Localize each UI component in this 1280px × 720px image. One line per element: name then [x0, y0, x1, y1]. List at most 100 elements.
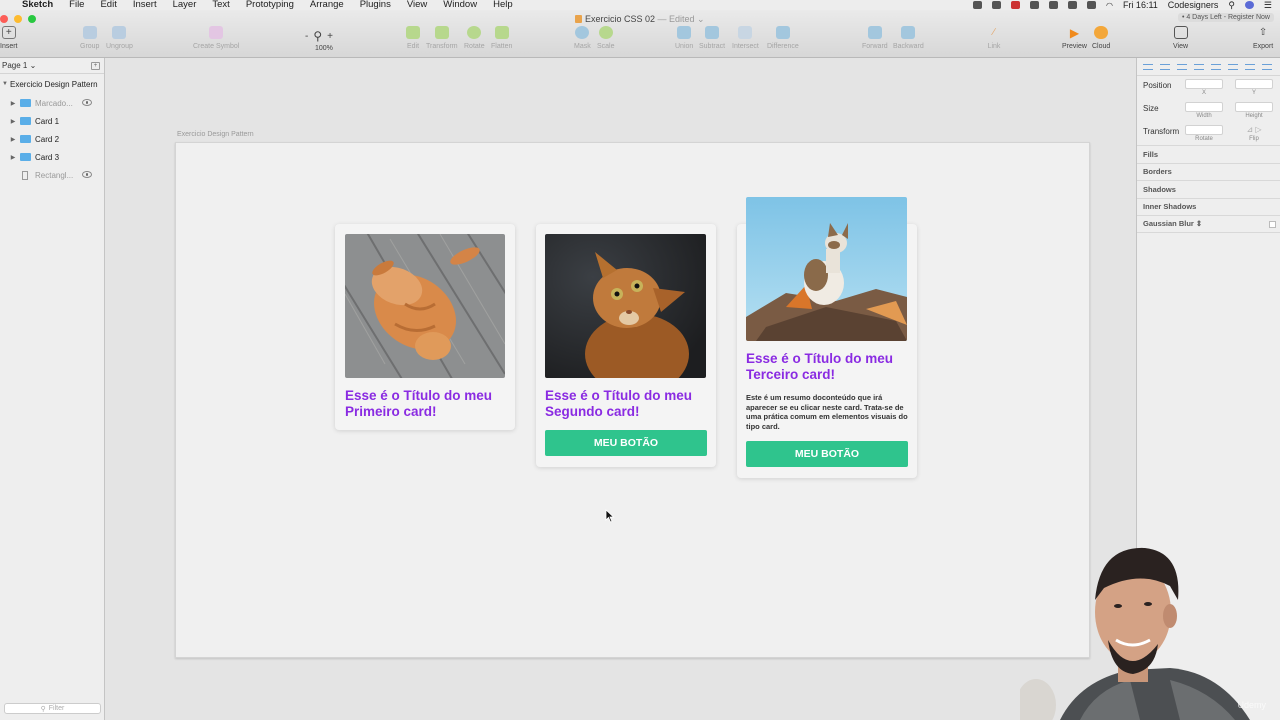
- group-button[interactable]: Group: [80, 26, 99, 50]
- cloud-button[interactable]: Cloud: [1092, 26, 1110, 50]
- edited-status[interactable]: — Edited ⌄: [658, 14, 705, 24]
- menu-app-name[interactable]: Sketch: [22, 0, 53, 10]
- record-icon[interactable]: [1010, 1, 1020, 9]
- eye-icon[interactable]: [82, 99, 92, 106]
- layer-marcador[interactable]: ▶ Marcado...: [0, 94, 104, 112]
- udemy-watermark: Udemy: [1237, 700, 1266, 710]
- fills-section[interactable]: Fills: [1137, 145, 1280, 163]
- zoom-level[interactable]: 100%: [315, 45, 333, 52]
- disclosure-right-icon[interactable]: ▶: [8, 100, 18, 107]
- view-button[interactable]: View: [1173, 26, 1188, 50]
- layer-rectangle[interactable]: Rectangl...: [0, 166, 104, 184]
- rotate-button[interactable]: Rotate: [464, 26, 485, 50]
- mask-button[interactable]: Mask: [574, 26, 591, 50]
- siri-icon[interactable]: [1244, 1, 1254, 9]
- backward-button[interactable]: Backward: [893, 26, 924, 50]
- layer-card-1[interactable]: ▶ Card 1: [0, 112, 104, 130]
- cloud-label: Cloud: [1092, 43, 1111, 50]
- width-field[interactable]: [1185, 102, 1223, 112]
- shadows-section[interactable]: Shadows: [1137, 180, 1280, 198]
- rotate-field[interactable]: [1185, 125, 1223, 135]
- menu-insert[interactable]: Insert: [133, 0, 157, 10]
- clock[interactable]: Fri 16:11: [1123, 0, 1158, 10]
- tray-icon[interactable]: [1086, 1, 1096, 9]
- layer-card-2[interactable]: ▶ Card 2: [0, 130, 104, 148]
- create-symbol-button[interactable]: Create Symbol: [193, 26, 239, 50]
- dropbox-icon[interactable]: [972, 1, 982, 9]
- scale-button[interactable]: Scale: [597, 26, 615, 50]
- tray-icon[interactable]: [1048, 1, 1058, 9]
- difference-button[interactable]: Difference: [767, 26, 799, 50]
- borders-section[interactable]: Borders: [1137, 162, 1280, 181]
- artboard-label[interactable]: Exercicio Design Pattern: [177, 131, 254, 138]
- folder-icon: [20, 135, 31, 143]
- align-top-icon[interactable]: [1194, 63, 1204, 70]
- disclosure-down-icon[interactable]: ▼: [0, 81, 10, 87]
- page-selector[interactable]: Page 1 ⌄ +: [0, 58, 104, 74]
- search-icon[interactable]: ⚲: [1228, 0, 1235, 10]
- zoom-in-button[interactable]: +: [327, 31, 333, 42]
- menu-layer[interactable]: Layer: [173, 0, 197, 10]
- window-title: Exercicio CSS 02 — Edited ⌄: [0, 14, 1280, 25]
- export-button[interactable]: ⇧ Export: [1253, 26, 1273, 50]
- disclosure-right-icon[interactable]: ▶: [8, 118, 18, 125]
- add-page-icon[interactable]: +: [91, 62, 100, 70]
- preview-button[interactable]: ▶ Preview: [1062, 26, 1087, 51]
- transform-button[interactable]: Transform: [426, 26, 458, 50]
- subtract-button[interactable]: Subtract: [699, 26, 725, 50]
- filter-input[interactable]: ⚲ Filter: [4, 703, 101, 714]
- menu-help[interactable]: Help: [493, 0, 513, 10]
- menu-window[interactable]: Window: [443, 0, 477, 10]
- magnifier-icon[interactable]: ⚲: [313, 29, 322, 43]
- page-name[interactable]: Page 1 ⌄: [2, 61, 36, 70]
- layer-artboard[interactable]: ▼ Exercicio Design Pattern: [0, 74, 104, 94]
- flatten-button[interactable]: Flatten: [491, 26, 512, 50]
- position-x-field[interactable]: [1185, 79, 1223, 89]
- menu-edit[interactable]: Edit: [100, 0, 116, 10]
- wifi-icon[interactable]: ◠: [1106, 1, 1113, 10]
- align-middle-icon[interactable]: [1211, 63, 1221, 70]
- position-y-field[interactable]: [1235, 79, 1273, 89]
- forward-button[interactable]: Forward: [862, 26, 888, 50]
- menu-view[interactable]: View: [407, 0, 427, 10]
- disclosure-right-icon[interactable]: ▶: [8, 136, 18, 143]
- gaussian-blur-label[interactable]: Gaussian Blur ⇕: [1143, 219, 1202, 228]
- card-1[interactable]: Esse é o Título do meu Primeiro card!: [335, 224, 515, 430]
- user-name[interactable]: Codesigners: [1168, 0, 1219, 10]
- menu-prototyping[interactable]: Prototyping: [246, 0, 294, 10]
- align-center-icon[interactable]: [1160, 63, 1170, 70]
- flip-buttons[interactable]: ⊿ ▷: [1235, 125, 1273, 135]
- eye-icon[interactable]: [82, 171, 92, 178]
- card-button[interactable]: MEU BOTÃO: [545, 430, 707, 456]
- menu-plugins[interactable]: Plugins: [360, 0, 391, 10]
- trial-badge[interactable]: • 4 Days Left - Register Now: [1177, 13, 1274, 22]
- align-left-icon[interactable]: [1143, 63, 1153, 70]
- align-right-icon[interactable]: [1177, 63, 1187, 70]
- layer-card-3[interactable]: ▶ Card 3: [0, 148, 104, 166]
- union-button[interactable]: Union: [675, 26, 693, 50]
- insert-button[interactable]: + Insert: [0, 26, 18, 50]
- edit-button[interactable]: Edit: [406, 26, 420, 50]
- tray-icon[interactable]: [991, 1, 1001, 9]
- gaussian-blur-section[interactable]: Gaussian Blur ⇕: [1137, 215, 1280, 233]
- height-field[interactable]: [1235, 102, 1273, 112]
- card-2[interactable]: Esse é o Título do meu Segundo card! MEU…: [536, 224, 716, 467]
- disclosure-right-icon[interactable]: ▶: [8, 154, 18, 161]
- zoom-out-button[interactable]: -: [305, 31, 308, 42]
- notification-center-icon[interactable]: ☰: [1264, 0, 1272, 10]
- position-row: Position X Y: [1137, 76, 1280, 99]
- distribute-vertical-icon[interactable]: [1262, 63, 1272, 70]
- card-button[interactable]: MEU BOTÃO: [746, 441, 908, 467]
- menu-file[interactable]: File: [69, 0, 84, 10]
- menu-arrange[interactable]: Arrange: [310, 0, 344, 10]
- tray-icon[interactable]: [1067, 1, 1077, 9]
- gaussian-blur-checkbox[interactable]: [1269, 221, 1276, 228]
- inner-shadows-section[interactable]: Inner Shadows: [1137, 197, 1280, 216]
- intersect-button[interactable]: Intersect: [732, 26, 759, 50]
- tray-icon[interactable]: [1029, 1, 1039, 9]
- ungroup-button[interactable]: Ungroup: [106, 26, 133, 50]
- menu-text[interactable]: Text: [212, 0, 229, 10]
- link-button[interactable]: ∕ Link: [987, 26, 1001, 50]
- align-bottom-icon[interactable]: [1228, 63, 1238, 70]
- distribute-horizontal-icon[interactable]: [1245, 63, 1255, 70]
